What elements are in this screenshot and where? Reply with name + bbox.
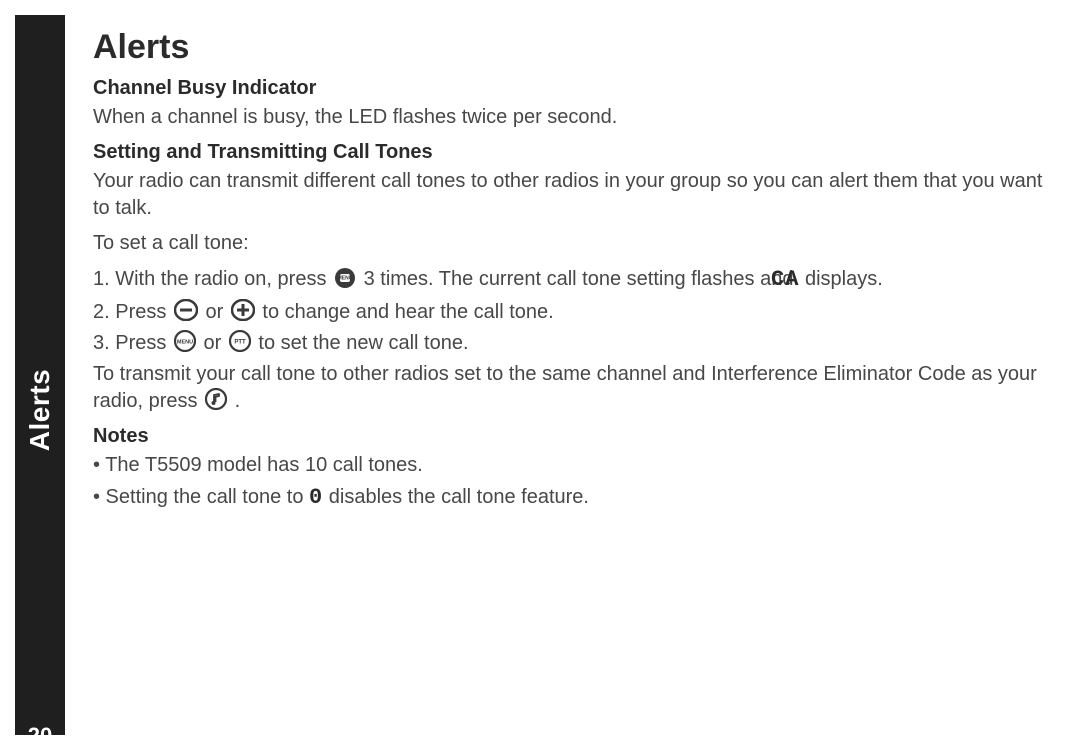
text-to-set: To set a call tone: — [93, 230, 1043, 257]
step-2: 2. Press or to change and hear the call … — [93, 299, 1043, 326]
step-3: 3. Press MENU or PTT to set the new call… — [93, 330, 1043, 357]
menu-button-icon: MENU — [334, 267, 356, 289]
minus-button-icon — [174, 299, 198, 321]
ptt-button-icon: PTT — [229, 330, 251, 352]
page-number: 20 — [28, 723, 52, 749]
step-3-text-c: to set the new call tone. — [258, 332, 468, 354]
step-3-text-b: or — [203, 332, 226, 354]
sidebar-tab: Alerts 20 — [15, 15, 65, 735]
step-1-text-a: 1. With the radio on, press — [93, 268, 332, 290]
heading-call-tones: Setting and Transmitting Call Tones — [93, 141, 1043, 164]
calltone-button-icon — [205, 388, 227, 410]
note-2-a: • Setting the call tone to — [93, 486, 309, 508]
heading-notes: Notes — [93, 425, 1043, 448]
page-title: Alerts — [93, 28, 1043, 67]
manual-page: Alerts 20 Alerts Channel Busy Indicator … — [0, 0, 1080, 755]
text-channel-busy: When a channel is busy, the LED flashes … — [93, 104, 1043, 131]
heading-channel-busy: Channel Busy Indicator — [93, 77, 1043, 100]
text-call-tones-intro: Your radio can transmit different call t… — [93, 168, 1043, 222]
step-2-text-b: or — [205, 301, 228, 323]
note-2-b: disables the call tone feature. — [329, 486, 589, 508]
step-2-text-c: to change and hear the call tone. — [262, 301, 553, 323]
note-2: • Setting the call tone to 0 disables th… — [93, 483, 1043, 513]
note-1: • The T5509 model has 10 call tones. — [93, 452, 1043, 479]
text-transmit-b: . — [235, 390, 241, 412]
svg-text:PTT: PTT — [234, 340, 246, 346]
step-1: 1. With the radio on, press MENU 3 times… — [93, 265, 1043, 295]
sidebar-section-label: Alerts — [24, 369, 56, 451]
step-1-text-b: 3 times. The current call tone setting f… — [364, 268, 799, 290]
svg-text:MENU: MENU — [338, 275, 353, 281]
plus-button-icon — [231, 299, 255, 321]
svg-text:MENU: MENU — [177, 340, 193, 346]
text-transmit: To transmit your call tone to other radi… — [93, 361, 1043, 415]
zero-glyph: 0 — [309, 483, 323, 513]
step-2-text-a: 2. Press — [93, 301, 172, 323]
step-1-text-c: displays. — [805, 268, 883, 290]
step-3-text-a: 3. Press — [93, 332, 172, 354]
content-area: Alerts Channel Busy Indicator When a cha… — [93, 28, 1043, 516]
menu-button-icon: MENU — [174, 330, 196, 352]
